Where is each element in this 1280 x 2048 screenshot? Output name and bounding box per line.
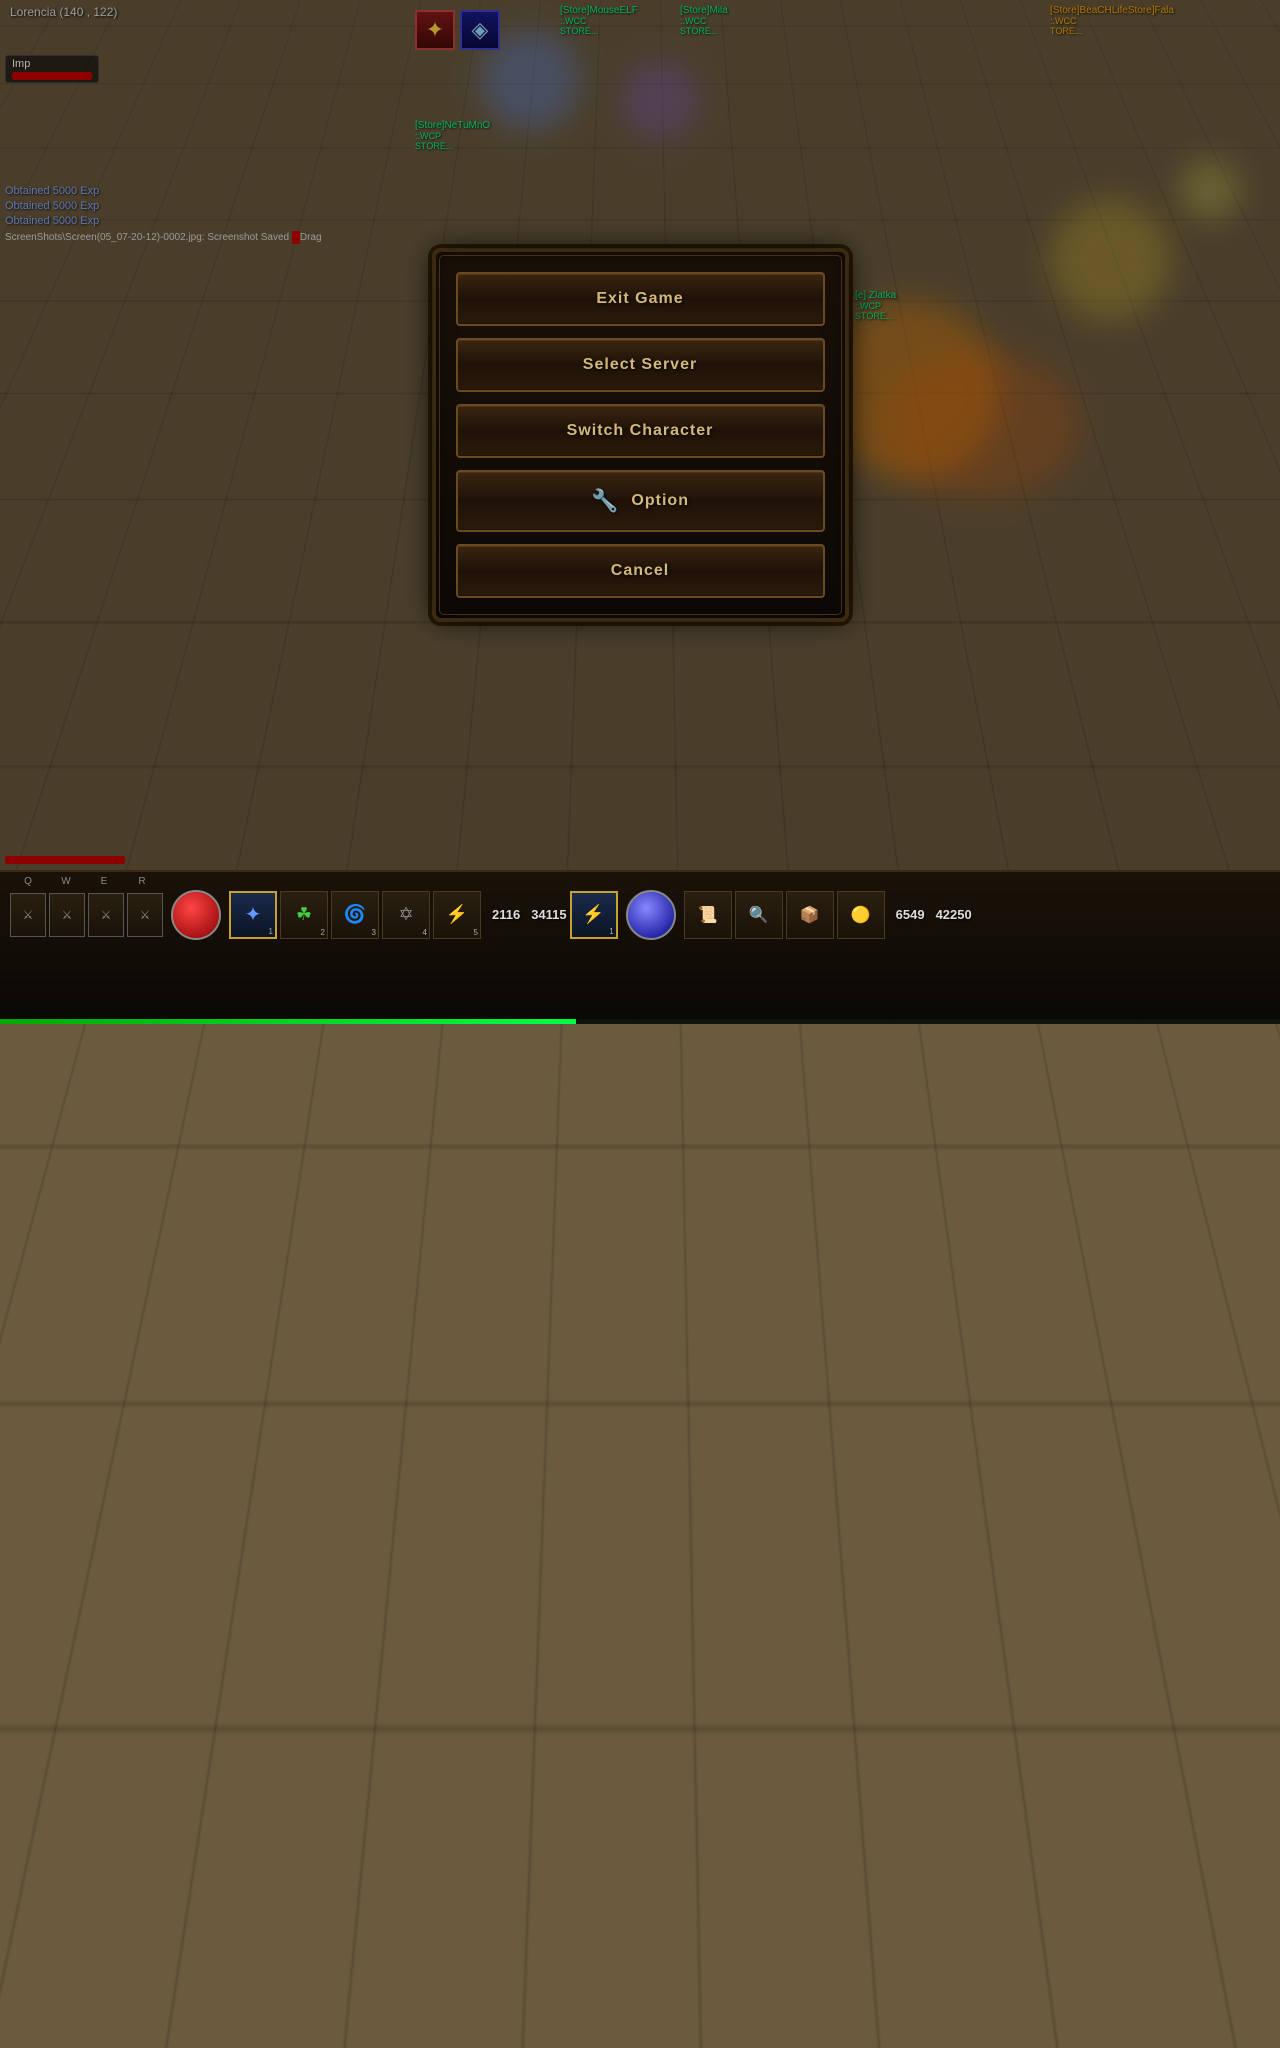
- q-icon: ⚔: [23, 908, 34, 922]
- skill-slot-2[interactable]: ☘ 2: [280, 891, 328, 939]
- skill-1-label: 1: [269, 927, 273, 936]
- xp-bar: [0, 1019, 1280, 1024]
- skill-5-label: 5: [474, 928, 478, 937]
- item-3-icon: 📦: [800, 905, 820, 925]
- cancel-button[interactable]: Cancel: [456, 544, 825, 598]
- item-slot-1[interactable]: 📜: [684, 891, 732, 939]
- hotkey-slot-w[interactable]: ⚔: [49, 893, 85, 937]
- stat2-display: 6549: [896, 907, 925, 922]
- stat1-value: 6549: [896, 907, 925, 922]
- hotkey-labels-row: Q W E R: [0, 872, 1280, 887]
- hotkey-q-label: Q: [10, 876, 46, 887]
- skills-row: ⚔ ⚔ ⚔ ⚔ ✦ 1 ☘ 2 🌀 3 ✡ 4 ⚡: [0, 887, 1280, 942]
- select-server-button[interactable]: Select Server: [456, 338, 825, 392]
- skill-3-icon: 🌀: [344, 904, 366, 925]
- skill-4-icon: ✡: [398, 904, 413, 925]
- active-skill-icon: ⚡: [582, 904, 604, 925]
- skill-slot-5[interactable]: ⚡ 5: [433, 891, 481, 939]
- item-2-icon: 🔍: [749, 905, 769, 925]
- skill-1-icon: ✦: [245, 902, 262, 927]
- option-label: Option: [631, 492, 689, 510]
- skill-2-label: 2: [321, 928, 325, 937]
- hotkey-w-label: W: [48, 876, 84, 887]
- skill-2-icon: ☘: [296, 904, 312, 925]
- r-icon: ⚔: [140, 908, 151, 922]
- hp-value: 2116: [492, 907, 520, 922]
- skill-slot-1[interactable]: ✦ 1: [229, 891, 277, 939]
- hotkey-slot-e[interactable]: ⚔: [88, 893, 124, 937]
- skill-slot-3[interactable]: 🌀 3: [331, 891, 379, 939]
- hp-ball: [171, 890, 221, 940]
- hotkey-slot-r[interactable]: ⚔: [127, 893, 163, 937]
- option-gear-icon: 🔧: [591, 488, 619, 514]
- e-icon: ⚔: [101, 908, 112, 922]
- mp-value: 34115: [531, 907, 566, 922]
- skill-slot-4[interactable]: ✡ 4: [382, 891, 430, 939]
- xp-fill: [0, 1019, 576, 1024]
- stat3-display: 42250: [936, 907, 972, 922]
- mp-ball: [626, 890, 676, 940]
- stat-hp-display: 2116: [492, 907, 520, 922]
- w-icon: ⚔: [62, 908, 73, 922]
- switch-character-button[interactable]: Switch Character: [456, 404, 825, 458]
- exit-game-button[interactable]: Exit Game: [456, 272, 825, 326]
- hotkey-slot-q[interactable]: ⚔: [10, 893, 46, 937]
- menu-overlay: Exit Game Select Server Switch Character…: [0, 0, 1280, 870]
- skill-3-label: 3: [372, 928, 376, 937]
- active-skill-label: 1: [609, 927, 613, 936]
- item-slot-4[interactable]: 🟡: [837, 891, 885, 939]
- item-slot-3[interactable]: 📦: [786, 891, 834, 939]
- skill-5-icon: ⚡: [446, 904, 468, 925]
- hotkey-r-label: R: [124, 876, 160, 887]
- skill-slot-active[interactable]: ⚡ 1: [570, 891, 618, 939]
- stat2-value: 42250: [936, 907, 972, 922]
- item-slot-2[interactable]: 🔍: [735, 891, 783, 939]
- skill-4-label: 4: [423, 928, 427, 937]
- item-1-icon: 📜: [698, 905, 718, 925]
- hotkey-e-label: E: [86, 876, 122, 887]
- option-button[interactable]: 🔧 Option: [456, 470, 825, 532]
- stat-mp-display: 34115: [531, 907, 566, 922]
- bottom-hud: Q W E R ⚔ ⚔ ⚔ ⚔ ✦ 1 ☘ 2 🌀 3: [0, 870, 1280, 1024]
- item-4-icon: 🟡: [851, 905, 871, 925]
- menu-dialog: Exit Game Select Server Switch Character…: [433, 249, 848, 621]
